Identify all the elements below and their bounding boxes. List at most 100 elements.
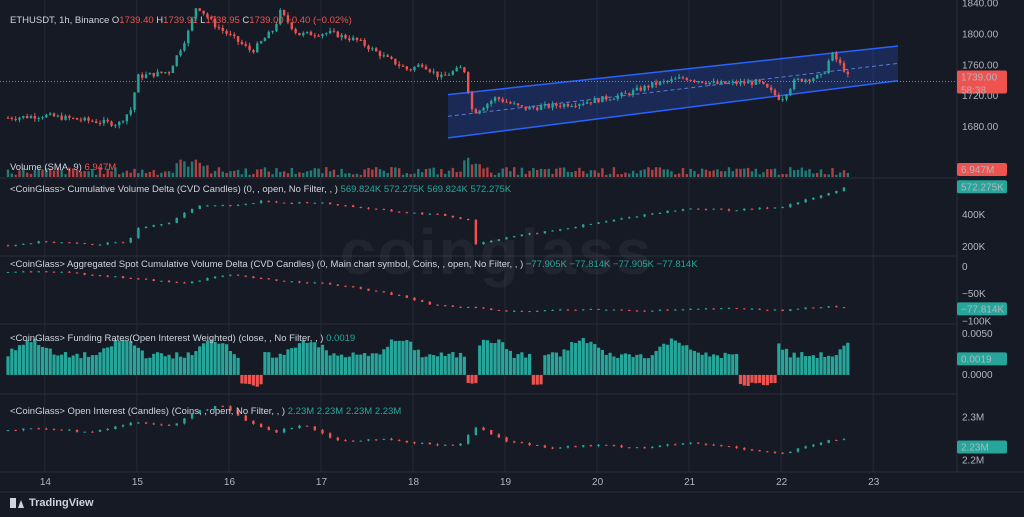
volume-bar [240,174,244,177]
volume-bar [367,167,370,177]
spot-candle [183,282,186,284]
price-candle [202,10,205,14]
volume-bar [118,174,121,177]
funding-bar [378,354,382,375]
funding-bar [224,344,229,375]
axis-tick-cvd: 400K [962,210,986,221]
funding-bar [646,358,651,375]
price-candle [71,117,75,119]
funding-bar [136,347,140,375]
x-tick-label: 17 [316,477,328,488]
funding-bar [508,350,512,375]
volume-bar [217,167,221,177]
volume-bar [789,167,792,177]
funding-bar [643,358,647,375]
volume-bar [413,173,416,177]
funding-bar [343,357,348,375]
spot-candle [106,275,109,277]
cvd-candle [367,207,370,209]
spot-candle [152,279,155,282]
price-candle [374,48,378,52]
funding-bar [554,352,558,375]
tradingview-logo[interactable]: TradingView [10,497,94,509]
spot-candle [635,310,639,312]
spot-candle [144,278,148,280]
price-candle [762,81,765,84]
spot-candle [459,306,462,308]
volume-bar [739,168,742,177]
funding-bar [236,357,240,375]
price-candle [321,34,324,37]
funding-bar [435,356,440,375]
oi-candle [22,428,25,431]
volume-bar [440,169,443,177]
volume-bar [769,169,773,177]
volume-bar [340,168,343,177]
panel-title-spot: <CoinGlass> Aggregated Spot Cumulative V… [10,259,698,270]
spot-candle [259,278,263,280]
volume-bar [447,170,451,177]
cvd-candle [305,202,309,204]
funding-bar [627,354,631,375]
cvd-candle [612,219,616,222]
volume-bar [582,171,585,177]
spot-candle [236,274,240,276]
price-candle [64,115,67,120]
funding-bar [658,346,662,375]
price-candle [559,105,562,107]
axis-tick-funding: 0.0000 [962,370,993,381]
oi-candle [83,431,86,433]
volume-bar [29,173,33,177]
oi-candle [29,428,33,430]
oi-candle [290,428,293,430]
volume-bar [662,169,665,177]
cvd-candle [735,210,738,212]
volume-bar [501,168,504,177]
oi-candle [796,448,800,452]
volume-bar [490,172,493,177]
oi-candle [129,422,132,426]
spot-candle [612,309,616,311]
funding-bar [25,340,29,375]
funding-bar [796,357,800,375]
price-candle [490,101,493,104]
price-candle [121,121,125,123]
cvd-candle [551,230,554,232]
volume-bar [536,169,539,177]
price-candle [781,99,784,101]
cvd-candle [91,244,94,246]
volume-badge: 6.947M [961,165,994,176]
volume-bar [727,167,731,177]
price-candle [570,105,573,107]
funding-bar [616,357,620,375]
price-candle [551,103,554,108]
volume-bar [125,170,129,177]
cvd-candle [497,239,501,241]
funding-bar [650,355,654,375]
funding-bar [155,352,160,375]
volume-bar [762,172,765,177]
panel-title-oi: <CoinGlass> Open Interest (Candles) (Coi… [10,406,401,417]
funding-bar [263,352,267,375]
oi-candle [259,423,263,428]
volume-bar [493,174,497,177]
funding-bar [804,356,808,375]
oi-candle [681,443,685,445]
volume-bar [141,169,144,177]
ohlc-close: 1739.00 [249,15,286,26]
funding-bar [596,347,601,375]
price-candle [141,74,144,78]
funding-bar [846,342,850,375]
funding-bar [75,353,79,375]
price-candle [620,92,623,96]
price-candle [363,39,366,46]
funding-bar [481,339,486,375]
oi-candle [144,422,148,424]
spot-candle [605,309,608,311]
funding-bar [696,352,700,375]
chart-canvas[interactable]: 1840.001800.001760.001720.001680.00400K2… [0,0,1024,517]
funding-bar [719,357,723,375]
funding-bar [631,357,635,375]
price-candle [585,102,589,104]
volume-bar [608,173,612,177]
